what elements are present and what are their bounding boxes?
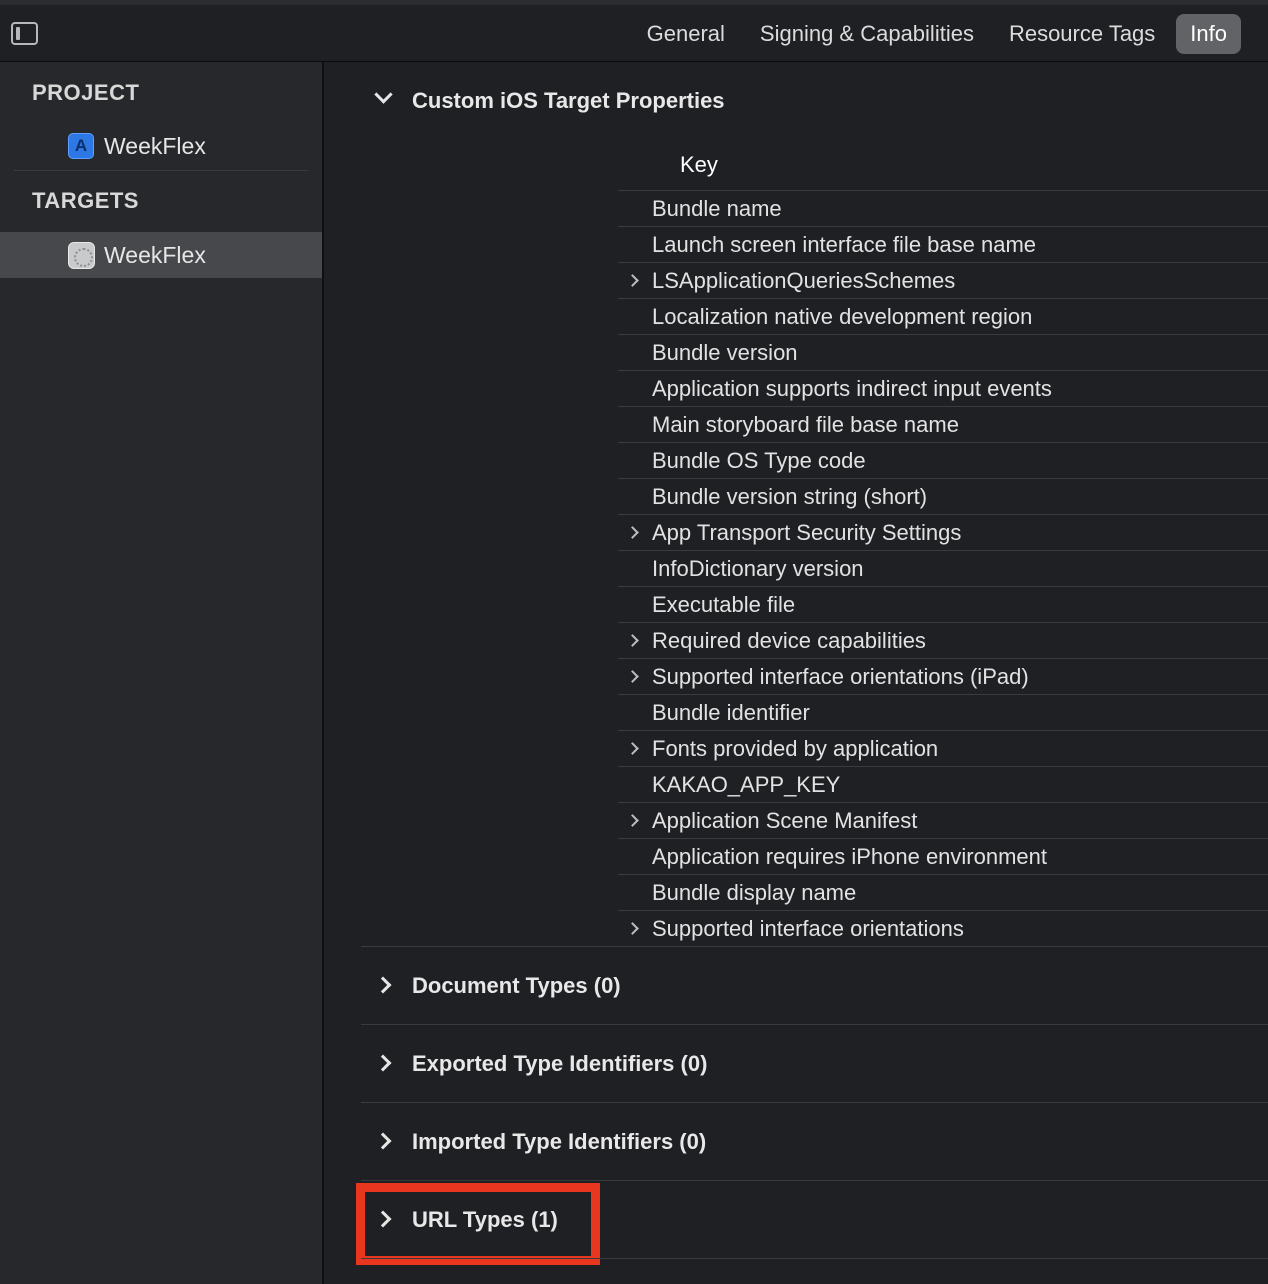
- table-row[interactable]: Fonts provided by application: [618, 730, 1268, 766]
- key-label: Bundle display name: [652, 880, 857, 905]
- imported-type-identifiers-section[interactable]: Imported Type Identifiers (0): [412, 1129, 706, 1155]
- project-item[interactable]: WeekFlex: [0, 123, 322, 169]
- project-header: PROJECT: [32, 80, 140, 105]
- tab-info[interactable]: Info: [1176, 14, 1241, 54]
- table-row[interactable]: Launch screen interface file base name: [618, 226, 1268, 262]
- key-label: KAKAO_APP_KEY: [652, 772, 841, 797]
- editor-tabs: General Signing & Capabilities Resource …: [629, 14, 1241, 54]
- exported-type-identifiers-section[interactable]: Exported Type Identifiers (0): [412, 1051, 707, 1077]
- table-row[interactable]: Bundle version string (short): [618, 478, 1268, 514]
- disclosure-chevron-icon[interactable]: [626, 670, 639, 683]
- key-label: Executable file: [652, 592, 796, 617]
- table-row[interactable]: Application Scene Manifest: [618, 802, 1268, 838]
- table-row[interactable]: Supported interface orientations: [618, 910, 1268, 946]
- table-row[interactable]: KAKAO_APP_KEY: [618, 766, 1268, 802]
- disclosure-chevron-icon[interactable]: [626, 526, 639, 539]
- tab-resource-tags[interactable]: Resource Tags: [995, 14, 1169, 54]
- properties-table: Bundle name Launch screen interface file…: [618, 190, 1268, 946]
- disclosure-chevron-icon[interactable]: [626, 922, 639, 935]
- key-label: Bundle version string (short): [652, 484, 928, 509]
- project-item-label: WeekFlex: [104, 133, 206, 159]
- table-row[interactable]: Required device capabilities: [618, 622, 1268, 658]
- table-row[interactable]: LSApplicationQueriesSchemes: [618, 262, 1268, 298]
- table-row[interactable]: Bundle OS Type code: [618, 442, 1268, 478]
- target-item[interactable]: WeekFlex: [0, 232, 322, 278]
- section-divider: [361, 946, 1268, 947]
- top-toolbar: General Signing & Capabilities Resource …: [0, 0, 1268, 62]
- table-row[interactable]: Bundle display name: [618, 874, 1268, 910]
- target-item-label: WeekFlex: [104, 242, 206, 268]
- expand-chevron-icon[interactable]: [374, 1054, 392, 1072]
- table-row[interactable]: Localization native development region: [618, 298, 1268, 334]
- table-row[interactable]: Application requires iPhone environment: [618, 838, 1268, 874]
- key-label: Bundle name: [652, 196, 782, 221]
- table-row[interactable]: Bundle name: [618, 190, 1268, 226]
- disclosure-chevron-icon[interactable]: [626, 274, 639, 287]
- key-column-header[interactable]: Key: [680, 152, 718, 178]
- expand-chevron-icon[interactable]: [374, 1132, 392, 1150]
- expand-chevron-icon[interactable]: [374, 976, 392, 994]
- section-divider: [361, 1024, 1268, 1025]
- key-label: Main storyboard file base name: [652, 412, 959, 437]
- key-label: LSApplicationQueriesSchemes: [652, 268, 956, 293]
- section-divider: [361, 1258, 1268, 1259]
- table-row[interactable]: Supported interface orientations (iPad): [618, 658, 1268, 694]
- key-label: Application Scene Manifest: [652, 808, 918, 833]
- key-label: Fonts provided by application: [652, 736, 939, 761]
- section-divider: [361, 1102, 1268, 1103]
- document-types-section[interactable]: Document Types (0): [412, 973, 621, 999]
- table-row[interactable]: Executable file: [618, 586, 1268, 622]
- section-divider: [361, 1180, 1268, 1181]
- table-row[interactable]: Application supports indirect input even…: [618, 370, 1268, 406]
- tab-general[interactable]: General: [633, 14, 739, 54]
- sidebar-divider: [14, 170, 308, 171]
- disclosure-chevron-icon[interactable]: [626, 814, 639, 827]
- targets-header: TARGETS: [32, 188, 139, 213]
- disclosure-chevron-icon[interactable]: [626, 742, 639, 755]
- key-label: Bundle version: [652, 340, 798, 365]
- key-label: Bundle identifier: [652, 700, 810, 725]
- project-navigator: PROJECT WeekFlex TARGETS WeekFlex: [0, 62, 324, 1284]
- table-row[interactable]: Bundle version: [618, 334, 1268, 370]
- key-label: Localization native development region: [652, 304, 1033, 329]
- highlight-box: [356, 1183, 600, 1265]
- collapse-chevron-icon[interactable]: [374, 85, 393, 104]
- table-row[interactable]: InfoDictionary version: [618, 550, 1268, 586]
- key-label: Supported interface orientations: [652, 916, 964, 941]
- app-target-icon: [68, 242, 95, 269]
- disclosure-chevron-icon[interactable]: [626, 634, 639, 647]
- table-row[interactable]: Main storyboard file base name: [618, 406, 1268, 442]
- key-label: InfoDictionary version: [652, 556, 864, 581]
- key-label: Supported interface orientations (iPad): [652, 664, 1029, 689]
- key-label: Launch screen interface file base name: [652, 232, 1037, 257]
- table-row[interactable]: Bundle identifier: [618, 694, 1268, 730]
- custom-target-properties-title[interactable]: Custom iOS Target Properties: [412, 88, 725, 114]
- key-label: Required device capabilities: [652, 628, 926, 653]
- sidebar-toggle-icon[interactable]: [11, 22, 38, 45]
- table-row[interactable]: App Transport Security Settings: [618, 514, 1268, 550]
- key-label: App Transport Security Settings: [652, 520, 962, 545]
- tab-signing-capabilities[interactable]: Signing & Capabilities: [746, 14, 988, 54]
- info-editor: Custom iOS Target Properties Key Bundle …: [326, 62, 1268, 1284]
- key-label: Application requires iPhone environment: [652, 844, 1048, 869]
- key-label: Bundle OS Type code: [652, 448, 866, 473]
- xcode-project-icon: [68, 133, 94, 159]
- key-label: Application supports indirect input even…: [652, 376, 1052, 401]
